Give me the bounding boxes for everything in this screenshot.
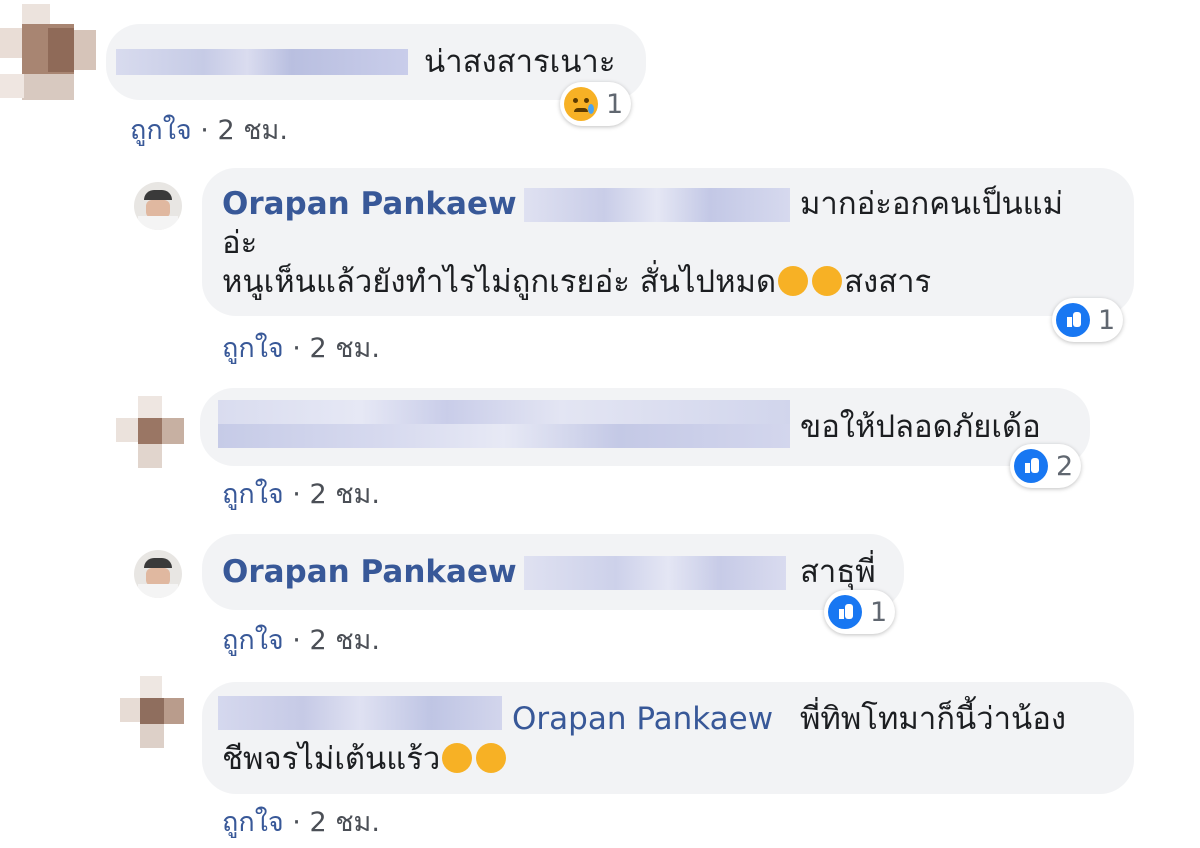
comment-bubble: ขอให้ปลอดภัยเด้อ	[200, 388, 1090, 466]
timestamp[interactable]: 2 ชม.	[309, 333, 379, 364]
commenter-avatar[interactable]	[134, 182, 182, 230]
comment-meta: ถูกใจ · 2 ชม.	[222, 326, 380, 369]
comment-meta: ถูกใจ · 2 ชม.	[222, 472, 380, 515]
comment-meta: ถูกใจ · 2 ชม.	[130, 108, 288, 151]
blurred-name	[524, 556, 786, 590]
meta-separator: ·	[191, 115, 218, 146]
meta-separator: ·	[283, 807, 310, 838]
reaction-badge[interactable]: 2	[1010, 444, 1082, 488]
comment-text-part: หนูเห็นแล้วยังทำไรไม่ถูกเรยอ่ะ สั่นไปหมด	[222, 264, 777, 300]
blurred-name	[218, 400, 790, 424]
reaction-count: 2	[1056, 450, 1074, 482]
blurred-name	[116, 49, 408, 75]
meta-separator: ·	[283, 333, 310, 364]
comment-text: พี่ทิพโทมาก็นี้ว่าน้อง	[800, 701, 1066, 737]
reaction-badge[interactable]: 1	[560, 82, 632, 126]
timestamp[interactable]: 2 ชม.	[309, 479, 379, 510]
comment-bubble: Orapan Pankaew มากอ่ะอกคนเป็นแม่ อ่ะ หนู…	[202, 168, 1134, 316]
comment-meta: ถูกใจ · 2 ชม.	[222, 800, 380, 843]
comment-text: อ่ะ	[222, 225, 258, 261]
comment-text-part: สงสาร	[844, 264, 932, 300]
blurred-name	[218, 696, 502, 730]
like-link[interactable]: ถูกใจ	[222, 333, 284, 364]
comment-author[interactable]: Orapan Pankaew	[222, 183, 517, 225]
like-link[interactable]: ถูกใจ	[222, 479, 284, 510]
commenter-avatar[interactable]	[120, 676, 184, 748]
mention-link[interactable]: Orapan Pankaew	[512, 698, 773, 740]
reaction-badge[interactable]: 1	[824, 590, 896, 634]
crying-emoji-icon	[778, 266, 809, 296]
like-reaction-icon	[1056, 303, 1090, 337]
comment-text: สาธุพี่	[800, 554, 876, 590]
reaction-count: 1	[1098, 304, 1116, 336]
like-reaction-icon	[828, 595, 862, 629]
reaction-count: 1	[606, 88, 624, 120]
comment-bubble: Orapan Pankaew พี่ทิพโทมาก็นี้ว่าน้อง ชี…	[202, 682, 1134, 794]
timestamp[interactable]: 2 ชม.	[217, 115, 287, 146]
sad-reaction-icon	[564, 87, 598, 121]
meta-separator: ·	[283, 625, 310, 656]
reaction-count: 1	[870, 596, 888, 628]
comment-text: หนูเห็นแล้วยังทำไรไม่ถูกเรยอ่ะ สั่นไปหมด…	[222, 261, 931, 303]
comment-text: น่าสงสารเนาะ	[424, 44, 616, 80]
like-link[interactable]: ถูกใจ	[222, 625, 284, 656]
comment-text: ชีพจรไม่เต้นแร้ว	[222, 738, 508, 780]
commenter-avatar[interactable]	[0, 0, 96, 120]
like-reaction-icon	[1014, 449, 1048, 483]
comment-text: ขอให้ปลอดภัยเด้อ	[800, 409, 1041, 445]
commenter-avatar[interactable]	[116, 396, 188, 468]
blurred-name	[524, 188, 790, 222]
comment-text-part: ชีพจรไม่เต้นแร้ว	[222, 741, 441, 777]
comment-bubble: Orapan Pankaew สาธุพี่	[202, 534, 904, 610]
commenter-avatar[interactable]	[134, 550, 182, 598]
timestamp[interactable]: 2 ชม.	[309, 807, 379, 838]
comment-meta: ถูกใจ · 2 ชม.	[222, 618, 380, 661]
crying-emoji-icon	[812, 266, 843, 296]
like-link[interactable]: ถูกใจ	[222, 807, 284, 838]
sad-emoji-icon	[476, 743, 507, 773]
blurred-name	[218, 424, 790, 448]
reaction-badge[interactable]: 1	[1052, 298, 1124, 342]
comment-author[interactable]: Orapan Pankaew	[222, 551, 517, 593]
sad-emoji-icon	[442, 743, 473, 773]
comment-text: มากอ่ะอกคนเป็นแม่	[800, 186, 1064, 222]
meta-separator: ·	[283, 479, 310, 510]
timestamp[interactable]: 2 ชม.	[309, 625, 379, 656]
like-link[interactable]: ถูกใจ	[130, 115, 192, 146]
